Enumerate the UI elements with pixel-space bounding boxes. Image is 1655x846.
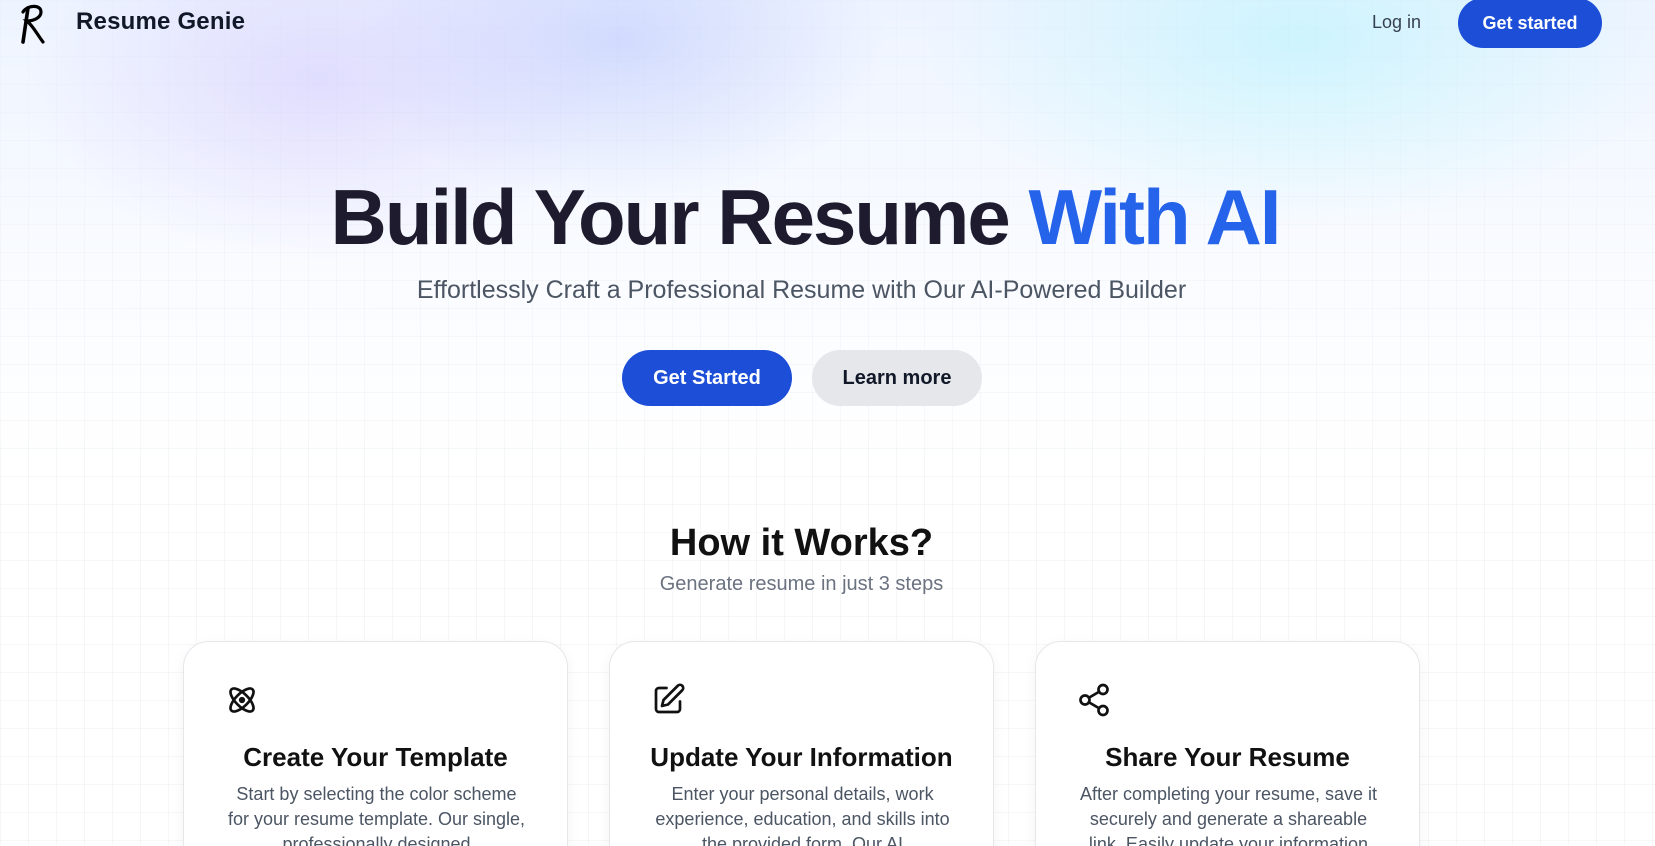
edit-square-icon — [650, 682, 686, 718]
learn-more-button[interactable]: Learn more — [812, 350, 982, 406]
step-card-title: Create Your Template — [243, 742, 508, 772]
hero-subtitle: Effortlessly Craft a Professional Resume… — [416, 276, 1187, 304]
how-it-works-subtitle: Generate resume in just 3 steps — [659, 573, 944, 595]
login-link[interactable]: Log in — [1372, 12, 1421, 33]
step-card-update-information: Update Your Information Enter your perso… — [609, 641, 994, 846]
atom-icon — [224, 682, 260, 718]
get-started-nav-button[interactable]: Get started — [1458, 0, 1602, 48]
step-card-create-template: Create Your Template Start by selecting … — [183, 641, 568, 846]
step-card-share-resume: Share Your Resume After completing your … — [1035, 641, 1420, 846]
step-card-text: After completing your resume, save it se… — [1079, 784, 1378, 846]
step-card-title: Update Your Information — [650, 742, 953, 772]
brand-name[interactable]: Resume Genie — [76, 8, 245, 36]
landing-page: Resume Genie Log in Get started Build Yo… — [0, 0, 1655, 846]
share-icon — [1076, 682, 1112, 718]
hero-title: Build Your Resume With AI — [0, 172, 1610, 262]
hero-title-main: Build Your Resume — [330, 173, 1011, 261]
how-it-works-title: How it Works? — [669, 522, 934, 564]
top-navbar: Resume Genie Log in Get started — [0, 0, 1655, 48]
step-card-text: Enter your personal details, work experi… — [655, 784, 950, 846]
step-card-title: Share Your Resume — [1105, 742, 1350, 772]
step-card-text: Start by selecting the color scheme for … — [227, 784, 526, 846]
get-started-button[interactable]: Get Started — [622, 350, 792, 406]
resume-genie-logo-icon[interactable] — [16, 0, 48, 46]
hero-title-accent: With AI — [1028, 173, 1281, 261]
